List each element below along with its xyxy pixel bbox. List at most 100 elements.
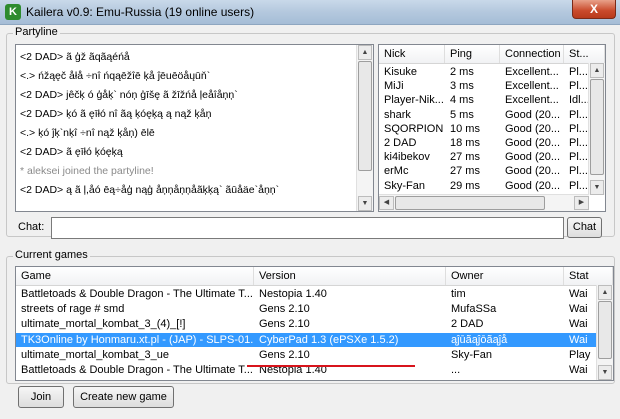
game-version: Gens 2.10 (259, 348, 310, 361)
user-row[interactable]: Kisuke 2 ms Excellent... Pl... (379, 65, 589, 79)
game-owner: 2 DAD (451, 318, 484, 331)
user-ping: 18 ms (450, 137, 480, 149)
scroll-left-icon[interactable]: ◀ (379, 196, 394, 210)
users-list-header: Nick Ping Connection St... (379, 45, 605, 64)
user-ping: 2 ms (450, 66, 474, 78)
games-vscrollbar[interactable]: ▲ ▼ (596, 285, 613, 380)
game-version: CyberPad 1.3 (ePSXe 1.5.2) (259, 333, 399, 346)
game-status: Wai (569, 318, 588, 331)
scroll-up-icon[interactable]: ▲ (358, 45, 372, 60)
user-connection: Excellent... (505, 94, 559, 107)
users-hscrollbar[interactable]: ◀ ▶ (379, 194, 589, 211)
users-vscroll-thumb[interactable] (590, 79, 604, 175)
chat-message: <.> ķó ĵķ`nķî ÷nî nąž ķåņ) ēlē (20, 127, 155, 139)
game-row[interactable]: ultimate_mortal_kombat_3_ue Gens 2.10 Sky-… (16, 348, 597, 362)
game-owner: MufaSSa (451, 303, 497, 316)
users-vscrollbar[interactable]: ▲ ▼ (588, 63, 605, 195)
join-button[interactable]: Join (18, 386, 64, 408)
user-nick: Kisuke (384, 66, 418, 78)
user-row[interactable]: SQORPION 10 ms Good (20... Pl... (379, 122, 589, 136)
user-connection: Good (20... (505, 179, 561, 192)
window-title: Kailera v0.9: Emu-Russia (19 online user… (26, 5, 255, 19)
user-nick: erMc (384, 165, 409, 178)
games-col-status[interactable]: Stat (564, 267, 613, 285)
chat-message: <2 DAD> ã ģž ãqãąéńå (20, 51, 130, 63)
user-connection: Good (20... (505, 122, 561, 135)
chat-input[interactable] (51, 217, 564, 239)
user-ping: 27 ms (450, 165, 480, 178)
chat-send-button[interactable]: Chat (567, 217, 602, 238)
user-ping: 29 ms (450, 179, 480, 192)
user-row[interactable]: shark 5 ms Good (20... Pl... (379, 108, 589, 122)
user-nick: MiJi (384, 80, 404, 93)
game-row-selected[interactable]: TK3Online by Honmaru.xt.pl - (JAP) - SLP… (16, 332, 597, 347)
chat-message: <2 DAD> ķó ã ęīłó nî ãą ķóęķą ą nąž ķåņ (20, 108, 212, 120)
chat-system-message: * aleksei joined the partyline! (20, 165, 154, 177)
user-row[interactable]: ki4ibekov 27 ms Good (20... Pl... (379, 150, 589, 164)
games-list[interactable]: Game Version Owner Stat Battletoads & Do… (15, 266, 614, 381)
title-bar[interactable]: K Kailera v0.9: Emu-Russia (19 online us… (0, 0, 620, 25)
game-owner: ąĵūãąĵōãąĵå (451, 333, 508, 346)
chat-message: <2 DAD> ą ã ļ,åó ēą÷åģ nąģ åņņåņņåãķķą` … (20, 184, 280, 196)
app-icon: K (5, 4, 21, 20)
game-owner: Sky-Fan (451, 348, 492, 361)
games-col-version[interactable]: Version (254, 267, 446, 285)
user-ping: 10 ms (450, 122, 480, 135)
user-ping: 4 ms (450, 94, 474, 107)
game-version: Gens 2.10 (259, 303, 310, 316)
scroll-right-icon[interactable]: ▶ (574, 196, 589, 210)
game-name: TK3Online by Honmaru.xt.pl - (JAP) - SLP… (21, 333, 254, 346)
user-connection: Good (20... (505, 137, 561, 149)
scroll-up-icon[interactable]: ▲ (590, 63, 604, 78)
game-name: streets of rage # smd (21, 303, 125, 316)
games-vscroll-thumb[interactable] (598, 301, 612, 359)
user-connection: Good (20... (505, 151, 561, 164)
user-row[interactable]: Player-Nik... 4 ms Excellent... Idl... (379, 93, 590, 107)
user-connection: Good (20... (505, 108, 561, 121)
chat-log-scrollbar[interactable]: ▲ ▼ (356, 45, 373, 211)
user-nick: Sky-Fan (384, 179, 425, 192)
users-col-nick[interactable]: Nick (379, 45, 445, 63)
users-col-connection[interactable]: Connection (500, 45, 564, 63)
chat-message: <2 DAD> ã ęīłó ķóęķą (20, 146, 123, 158)
game-name: Battletoads & Double Dragon - The Ultima… (21, 288, 253, 300)
scroll-up-icon[interactable]: ▲ (598, 285, 612, 300)
user-nick: SQORPION (384, 122, 444, 135)
users-col-status[interactable]: St... (564, 45, 605, 63)
game-status: Play (569, 348, 591, 361)
game-row[interactable]: streets of rage # smd Gens 2.10 MufaSSa Wai (16, 302, 597, 316)
games-col-owner[interactable]: Owner (446, 267, 564, 285)
close-button[interactable]: X (572, 0, 616, 19)
user-row[interactable]: erMc 27 ms Good (20... Pl... (379, 164, 589, 178)
chat-message: <.> ńžąęč åłå ÷nî ńqąēžîē ķå ĵēuēöåųūň` (20, 70, 211, 82)
user-nick: 2 DAD (384, 137, 417, 149)
user-connection: Good (20... (505, 165, 561, 178)
user-row[interactable]: 2 DAD 18 ms Good (20... Pl... (379, 136, 589, 150)
users-hscroll-thumb[interactable] (395, 196, 545, 210)
chat-log-scroll-thumb[interactable] (358, 61, 372, 171)
games-col-game[interactable]: Game (16, 267, 254, 285)
game-status: Wai (569, 288, 588, 300)
create-game-button[interactable]: Create new game (73, 386, 174, 408)
chat-log[interactable]: <2 DAD> ã ģž ãqãąéńå <.> ńžąęč åłå ÷nî ńq… (15, 44, 374, 212)
scroll-down-icon[interactable]: ▼ (598, 365, 612, 380)
window-client: Partyline <2 DAD> ã ģž ãqãąéńå <.> ńžąęč … (0, 25, 620, 419)
game-owner: ... (451, 364, 461, 376)
user-nick: Player-Nik... (384, 94, 444, 107)
game-name: Battletoads & Double Dragon - The Ultima… (21, 364, 253, 376)
game-row[interactable]: ultimate_mortal_kombat_3_(4)_[!] Gens 2.1… (16, 317, 597, 331)
user-connection: Excellent... (505, 66, 559, 78)
scroll-down-icon[interactable]: ▼ (590, 180, 604, 195)
game-row[interactable]: Battletoads & Double Dragon - The Ultima… (16, 287, 597, 301)
game-version: Nestopia 1.40 (259, 288, 327, 300)
user-ping: 3 ms (450, 80, 474, 93)
selection-underline-annotation (247, 365, 415, 367)
scroll-down-icon[interactable]: ▼ (358, 196, 372, 211)
user-row[interactable]: MiJi 3 ms Excellent... Pl... (379, 79, 589, 93)
users-list[interactable]: Nick Ping Connection St... Kisuke 2 ms Exc… (378, 44, 606, 212)
game-name: ultimate_mortal_kombat_3_(4)_[!] (21, 318, 186, 331)
user-row[interactable]: Sky-Fan 29 ms Good (20... Pl... (379, 179, 589, 193)
user-connection: Excellent... (505, 80, 559, 93)
user-ping: 5 ms (450, 108, 474, 121)
users-col-ping[interactable]: Ping (445, 45, 500, 63)
